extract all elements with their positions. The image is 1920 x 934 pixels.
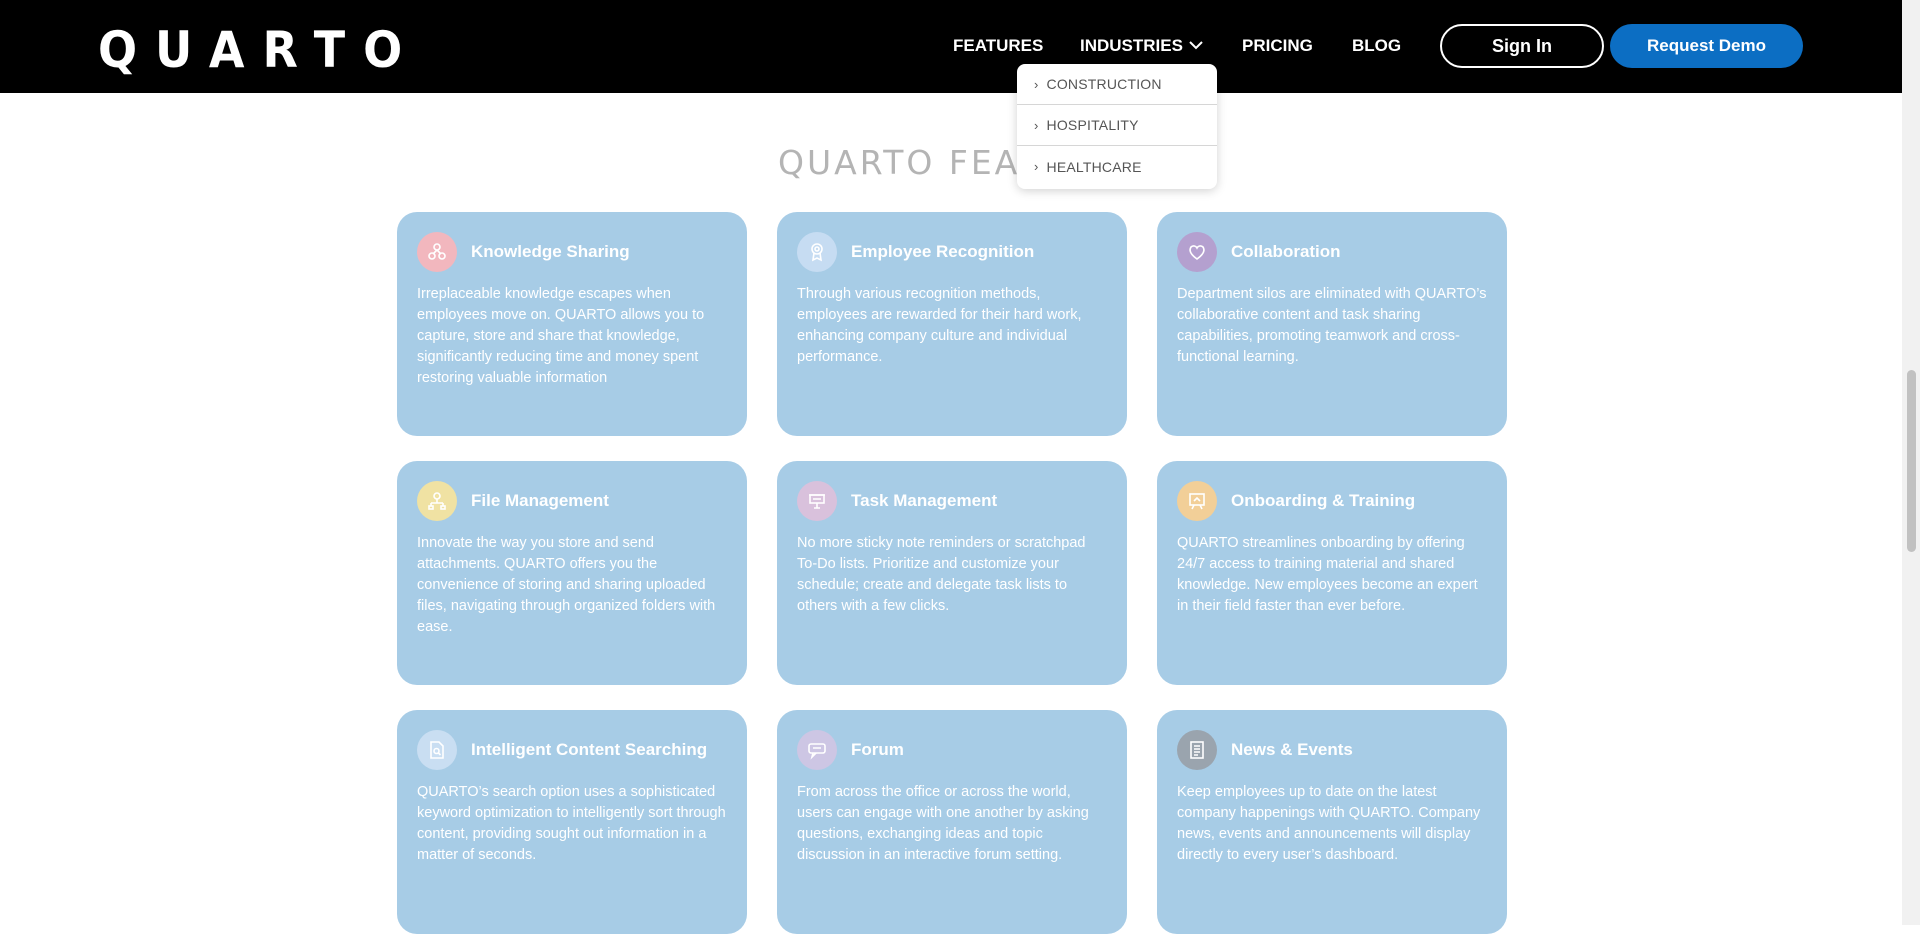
award-ribbon-icon: [797, 232, 837, 272]
feature-card-forum: Forum From across the office or across t…: [777, 710, 1127, 934]
feature-card-task-management: Task Management No more sticky note remi…: [777, 461, 1127, 685]
nav-pricing-link[interactable]: PRICING: [1242, 34, 1313, 58]
card-title: Collaboration: [1231, 242, 1341, 261]
feature-card-collaboration: Collaboration Department silos are elimi…: [1157, 212, 1507, 436]
card-header: News & Events: [1177, 730, 1487, 770]
card-description: Irreplaceable knowledge escapes when emp…: [417, 286, 705, 386]
card-header: Intelligent Content Searching: [417, 730, 727, 770]
card-header: Task Management: [797, 481, 1107, 521]
quarto-logo[interactable]: QUARTO: [98, 22, 420, 78]
dropdown-item-healthcare[interactable]: › HEALTHCARE: [1017, 146, 1217, 187]
card-title: Task Management: [851, 491, 998, 510]
dropdown-item-construction[interactable]: › CONSTRUCTION: [1017, 64, 1217, 105]
feature-card-employee-recognition: Employee Recognition Through various rec…: [777, 212, 1127, 436]
feature-card-intelligent-content-searching: Intelligent Content Searching QUARTO’s s…: [397, 710, 747, 934]
people-share-icon: [417, 232, 457, 272]
feature-card-knowledge-sharing: Knowledge Sharing Irreplaceable knowledg…: [397, 212, 747, 436]
card-title: Employee Recognition: [851, 242, 1035, 261]
dropdown-item-label: HOSPITALITY: [1046, 117, 1139, 133]
card-header: Collaboration: [1177, 232, 1487, 272]
speech-bubbles-icon: [797, 730, 837, 770]
card-header: Onboarding & Training: [1177, 481, 1487, 521]
card-description: Department silos are eliminated with QUA…: [1177, 286, 1487, 365]
presentation-board-icon: [1177, 481, 1217, 521]
card-description: Through various recognition methods, emp…: [797, 286, 1082, 365]
document-search-icon: [417, 730, 457, 770]
page-scrollbar[interactable]: [1902, 0, 1920, 925]
feature-card-onboarding-training: Onboarding & Training QUARTO streamlines…: [1157, 461, 1507, 685]
newspaper-icon: [1177, 730, 1217, 770]
nav-industries-label: INDUSTRIES: [1080, 36, 1183, 55]
chevron-down-icon: [1189, 41, 1203, 50]
card-title: File Management: [471, 491, 609, 510]
heart-hands-icon: [1177, 232, 1217, 272]
dropdown-item-label: HEALTHCARE: [1046, 158, 1142, 175]
card-description: Innovate the way you store and send atta…: [417, 535, 716, 635]
nav-industries-link[interactable]: INDUSTRIES: [1080, 34, 1203, 58]
card-title: Onboarding & Training: [1231, 491, 1416, 510]
dropdown-item-hospitality[interactable]: › HOSPITALITY: [1017, 105, 1217, 146]
card-description: Keep employees up to date on the latest …: [1177, 784, 1481, 863]
chevron-right-icon: ›: [1034, 76, 1039, 92]
feature-card-file-management: File Management Innovate the way you sto…: [397, 461, 747, 685]
nav-blog-link[interactable]: BLOG: [1352, 34, 1401, 58]
card-description: QUARTO’s search option uses a sophistica…: [417, 784, 726, 863]
nav-features-link[interactable]: FEATURES: [953, 34, 1043, 58]
card-title: Intelligent Content Searching: [471, 740, 708, 759]
request-demo-button[interactable]: Request Demo: [1610, 24, 1803, 68]
card-title: News & Events: [1231, 740, 1353, 759]
card-title: Knowledge Sharing: [471, 242, 630, 261]
card-description: From across the office or across the wor…: [797, 784, 1089, 863]
card-description: No more sticky note reminders or scratch…: [797, 535, 1086, 614]
sign-in-button[interactable]: Sign In: [1440, 24, 1604, 68]
card-header: Forum: [797, 730, 1107, 770]
card-title: Forum: [851, 740, 904, 759]
top-navigation-bar: QUARTO FEATURES INDUSTRIES PRICING BLOG …: [0, 0, 1902, 93]
feature-card-news-events: News & Events Keep employees up to date …: [1157, 710, 1507, 934]
folder-network-icon: [417, 481, 457, 521]
industries-dropdown-menu: › CONSTRUCTION › HOSPITALITY › HEALTHCAR…: [1017, 64, 1217, 189]
card-header: Knowledge Sharing: [417, 232, 727, 272]
card-description: QUARTO streamlines onboarding by offerin…: [1177, 535, 1478, 614]
clipboard-icon: [797, 481, 837, 521]
card-header: Employee Recognition: [797, 232, 1107, 272]
scrollbar-thumb[interactable]: [1907, 370, 1916, 552]
dropdown-item-label: CONSTRUCTION: [1046, 76, 1162, 92]
card-header: File Management: [417, 481, 727, 521]
chevron-right-icon: ›: [1034, 117, 1039, 133]
chevron-right-icon: ›: [1034, 159, 1039, 174]
